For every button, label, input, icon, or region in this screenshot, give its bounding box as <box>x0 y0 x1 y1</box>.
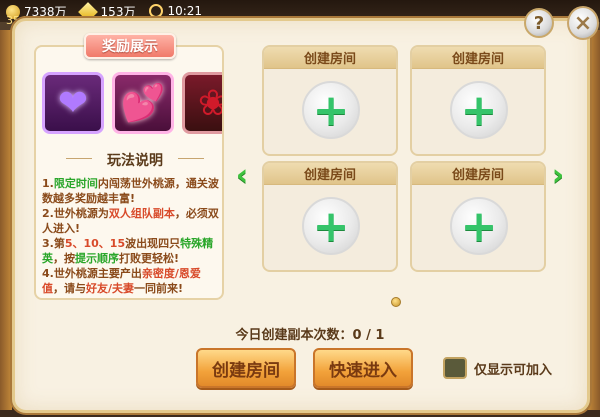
rule-text: 世外桃源主要产出 <box>53 267 142 280</box>
reward-item[interactable]: 💕 <box>112 72 174 134</box>
plus-icon: + <box>312 200 350 252</box>
previous-page-arrow[interactable]: ‹ <box>232 161 252 191</box>
create-room-plus-button[interactable]: + <box>450 197 508 255</box>
diamond-amount: 153万 <box>100 4 136 19</box>
reward-tab: 奖励展示 <box>84 33 176 59</box>
plus-icon: + <box>312 84 350 136</box>
reward-item[interactable]: ❤ <box>42 72 104 134</box>
help-button[interactable]: ? <box>524 8 554 38</box>
rule-highlight: 双人组队副本 <box>108 207 175 220</box>
room-title: 创建房间 <box>264 47 396 69</box>
rule-line: 3.第5、10、15波出现四只特殊精英，按提示顺序打败更轻松! <box>42 236 220 266</box>
rule-highlight: 好友/夫妻 <box>86 282 135 295</box>
page-indicator-dot <box>391 297 401 307</box>
rule-prefix: 3. <box>42 237 54 250</box>
reward-item[interactable]: ❀ <box>182 72 222 134</box>
rule-highlight: 提示顺序 <box>75 252 119 265</box>
only-joinable-label: 仅显示可加入 <box>474 363 553 378</box>
rule-text: 一同前来! <box>134 282 184 295</box>
room-title: 创建房间 <box>412 163 544 185</box>
next-page-arrow[interactable]: › <box>548 161 568 191</box>
room-title: 创建房间 <box>264 163 396 185</box>
rule-highlight: 限定时间 <box>53 177 98 190</box>
rule-text: 打败更轻松! <box>119 252 180 265</box>
howto-title: 玩法说明 <box>66 150 204 170</box>
room-slot[interactable]: 创建房间 + <box>410 45 546 156</box>
rule-line: 1.限定时间内闯荡世外桃源，通关波数越多奖励越丰富! <box>42 176 220 206</box>
room-title: 创建房间 <box>412 47 544 69</box>
create-room-plus-button[interactable]: + <box>302 197 360 255</box>
create-room-plus-button[interactable]: + <box>450 81 508 139</box>
reward-tab-label: 奖励展示 <box>102 39 158 55</box>
help-icon: ? <box>533 12 545 34</box>
create-room-plus-button[interactable]: + <box>302 81 360 139</box>
diamond-resource: 153万 <box>77 2 136 22</box>
plus-icon: + <box>460 84 498 136</box>
rule-text: 波出现四只 <box>125 237 181 250</box>
rule-prefix: 2. <box>42 207 54 220</box>
reward-items-list: ❤ 💕 ❀ <box>42 72 222 134</box>
rule-line: 4.世外桃源主要产出亲密度/恩爱值，请与好友/夫妻一同前来! <box>42 266 220 296</box>
rule-prefix: 4. <box>42 267 54 280</box>
close-button[interactable]: × <box>567 6 599 40</box>
room-slot[interactable]: 创建房间 + <box>262 45 398 156</box>
rule-text: 世外桃源为 <box>53 207 109 220</box>
clock-icon <box>149 4 164 19</box>
rule-prefix: 1. <box>42 177 54 190</box>
rule-text: 第 <box>53 237 65 250</box>
room-slot[interactable]: 创建房间 + <box>410 161 546 272</box>
rule-line: 2.世外桃源为双人组队副本，必须双人进入! <box>42 206 220 236</box>
red-roses-icon: ❀ <box>197 82 222 124</box>
plus-icon: + <box>460 200 498 252</box>
rules-text: 1.限定时间内闯荡世外桃源，通关波数越多奖励越丰富! 2.世外桃源为双人组队副本… <box>42 176 220 296</box>
rule-text: ，按 <box>53 252 75 265</box>
room-grid: 创建房间 + 创建房间 + 创建房间 + 创建房间 + <box>262 45 572 295</box>
create-room-button[interactable]: 创建房间 <box>196 348 296 388</box>
daily-create-count: 今日创建副本次数：0 / 1 <box>235 328 385 343</box>
purple-heart-icon: ❤ <box>57 82 89 124</box>
left-edge-decoration <box>0 30 12 410</box>
time-value: 10:21 <box>167 3 203 18</box>
quick-join-button[interactable]: 快速进入 <box>313 348 413 388</box>
pink-hearts-icon: 💕 <box>120 83 166 124</box>
rule-text: ，请与 <box>53 282 86 295</box>
clock-display: 10:21 <box>149 4 202 19</box>
only-joinable-checkbox[interactable] <box>443 357 467 379</box>
rule-highlight: 5、10、15 <box>64 237 126 250</box>
close-icon: × <box>573 10 593 36</box>
room-slot[interactable]: 创建房间 + <box>262 161 398 272</box>
